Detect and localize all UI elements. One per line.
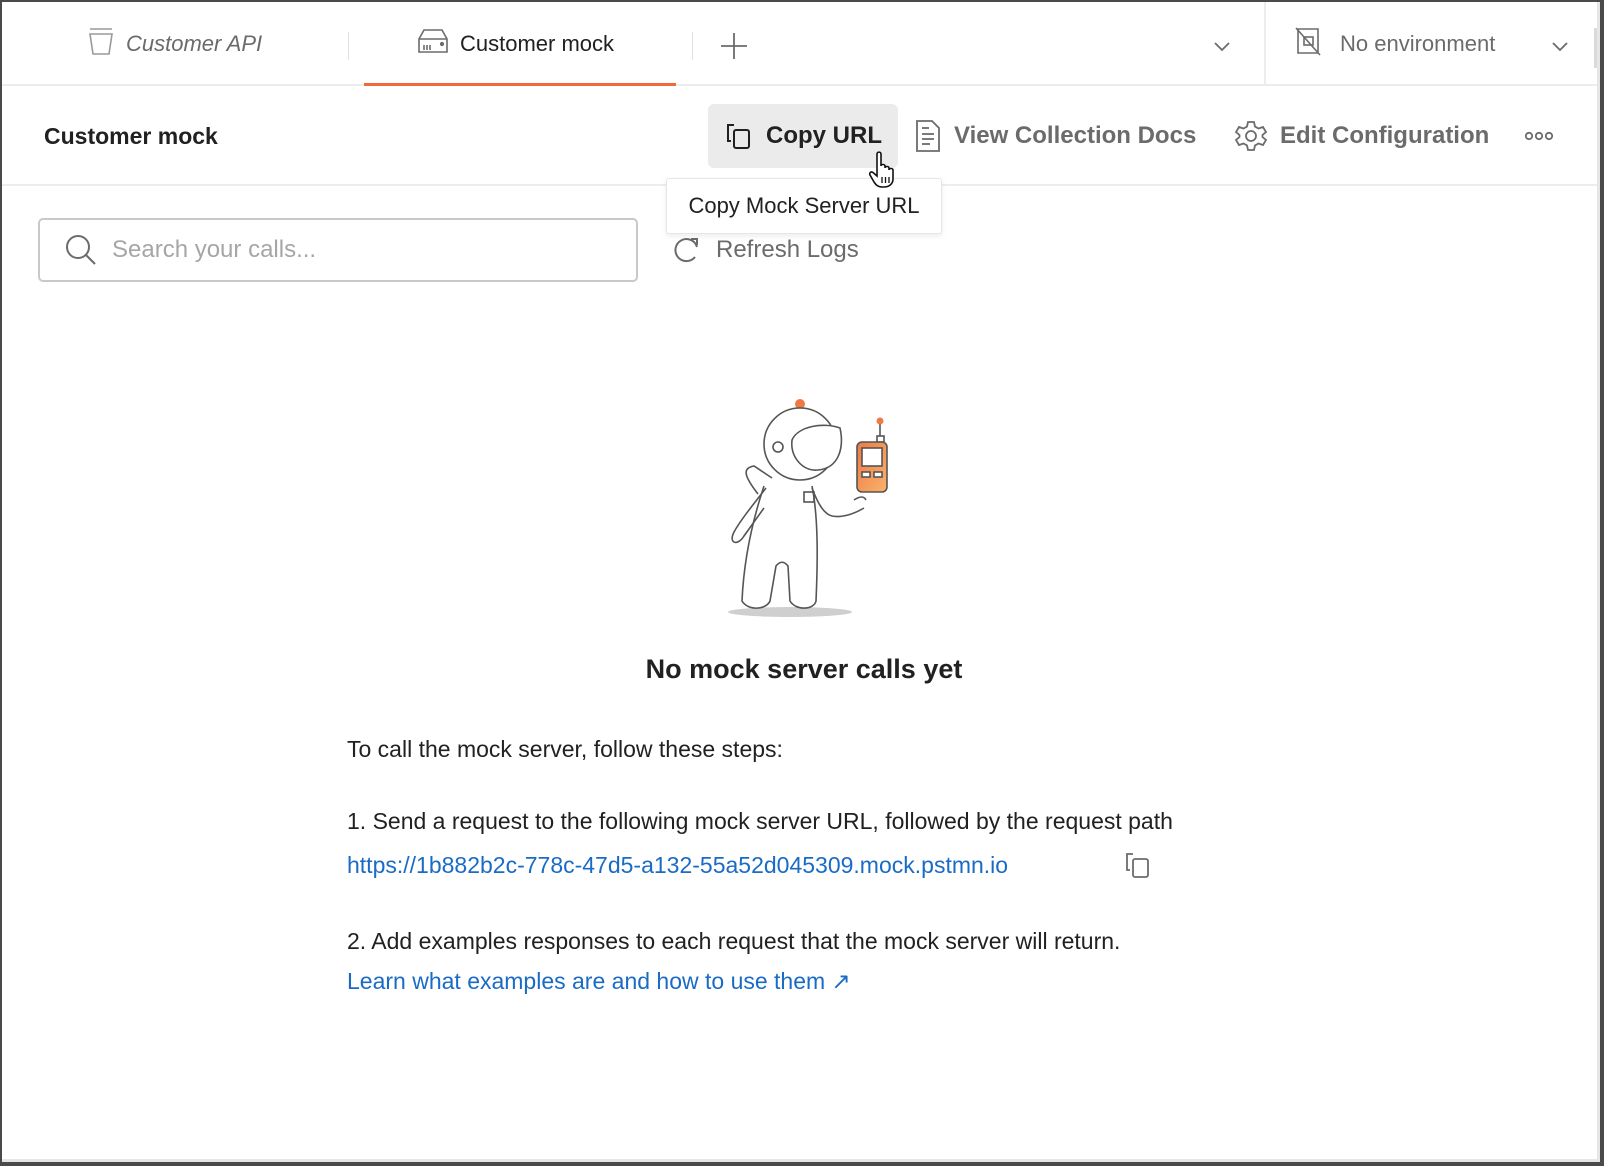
plus-icon (721, 33, 747, 59)
copy-url-label: Copy URL (766, 122, 882, 149)
view-collection-docs-button[interactable]: View Collection Docs (914, 104, 1196, 168)
view-docs-label: View Collection Docs (954, 122, 1197, 149)
page-header: Customer mock Copy URL View Collection D… (2, 88, 1597, 186)
document-icon (916, 120, 940, 152)
instructions-step-1: 1. Send a request to the following mock … (347, 808, 1173, 834)
tab-divider (348, 32, 349, 60)
tab-label: Customer API (126, 31, 263, 56)
tab-divider (692, 32, 693, 60)
astronaut-illustration (714, 396, 894, 618)
copy-url-tooltip: Copy Mock Server URL (666, 178, 942, 234)
app-window: Customer API Customer mock No environmen… (2, 2, 1600, 1162)
search-field[interactable] (38, 218, 638, 282)
learn-examples-link[interactable]: Learn what examples are and how to use t… (347, 968, 851, 995)
environment-selector[interactable]: No environment (1292, 2, 1495, 86)
tab-bar: Customer API Customer mock No environmen… (2, 2, 1597, 86)
refresh-logs-label: Refresh Logs (716, 236, 859, 263)
no-environment-icon (1292, 25, 1324, 63)
environment-label: No environment (1340, 31, 1496, 56)
refresh-logs-button[interactable]: Refresh Logs (672, 230, 859, 270)
copy-icon (1126, 853, 1149, 878)
tab-label: Customer mock (460, 31, 615, 56)
environment-dropdown-button[interactable] (1548, 34, 1572, 58)
hand-cursor-icon (868, 150, 900, 190)
chevron-down-icon (1214, 42, 1230, 52)
tab-customer-mock[interactable]: Customer mock (416, 2, 614, 86)
empty-state-title: No mock server calls yet (645, 654, 963, 684)
more-options-button[interactable] (1524, 104, 1554, 168)
page-title: Customer mock (44, 122, 218, 149)
instructions-step-2: 2. Add examples responses to each reques… (347, 928, 1121, 954)
divider (1264, 2, 1266, 86)
search-input[interactable] (112, 236, 592, 264)
new-tab-button[interactable] (718, 30, 750, 62)
copy-icon (727, 124, 750, 149)
tabs-menu-button[interactable] (1210, 34, 1234, 58)
search-icon (66, 235, 96, 265)
mock-server-url-link[interactable]: https://1b882b2c-778c-47d5-a132-55a52d04… (347, 852, 1008, 879)
scrollbar[interactable] (1594, 28, 1597, 68)
copy-mock-url-button[interactable] (1123, 850, 1153, 880)
mock-server-icon (416, 26, 450, 62)
edit-configuration-button[interactable]: Edit Configuration (1234, 104, 1489, 168)
refresh-icon (674, 238, 698, 263)
instructions-intro: To call the mock server, follow these st… (347, 736, 783, 762)
tab-customer-api[interactable]: Customer API (86, 2, 262, 86)
collection-icon (86, 26, 116, 62)
edit-config-label: Edit Configuration (1280, 122, 1490, 149)
more-horizontal-icon (1524, 131, 1554, 141)
chevron-down-icon (1552, 42, 1568, 52)
gear-icon (1234, 121, 1268, 151)
active-tab-indicator (364, 83, 676, 86)
